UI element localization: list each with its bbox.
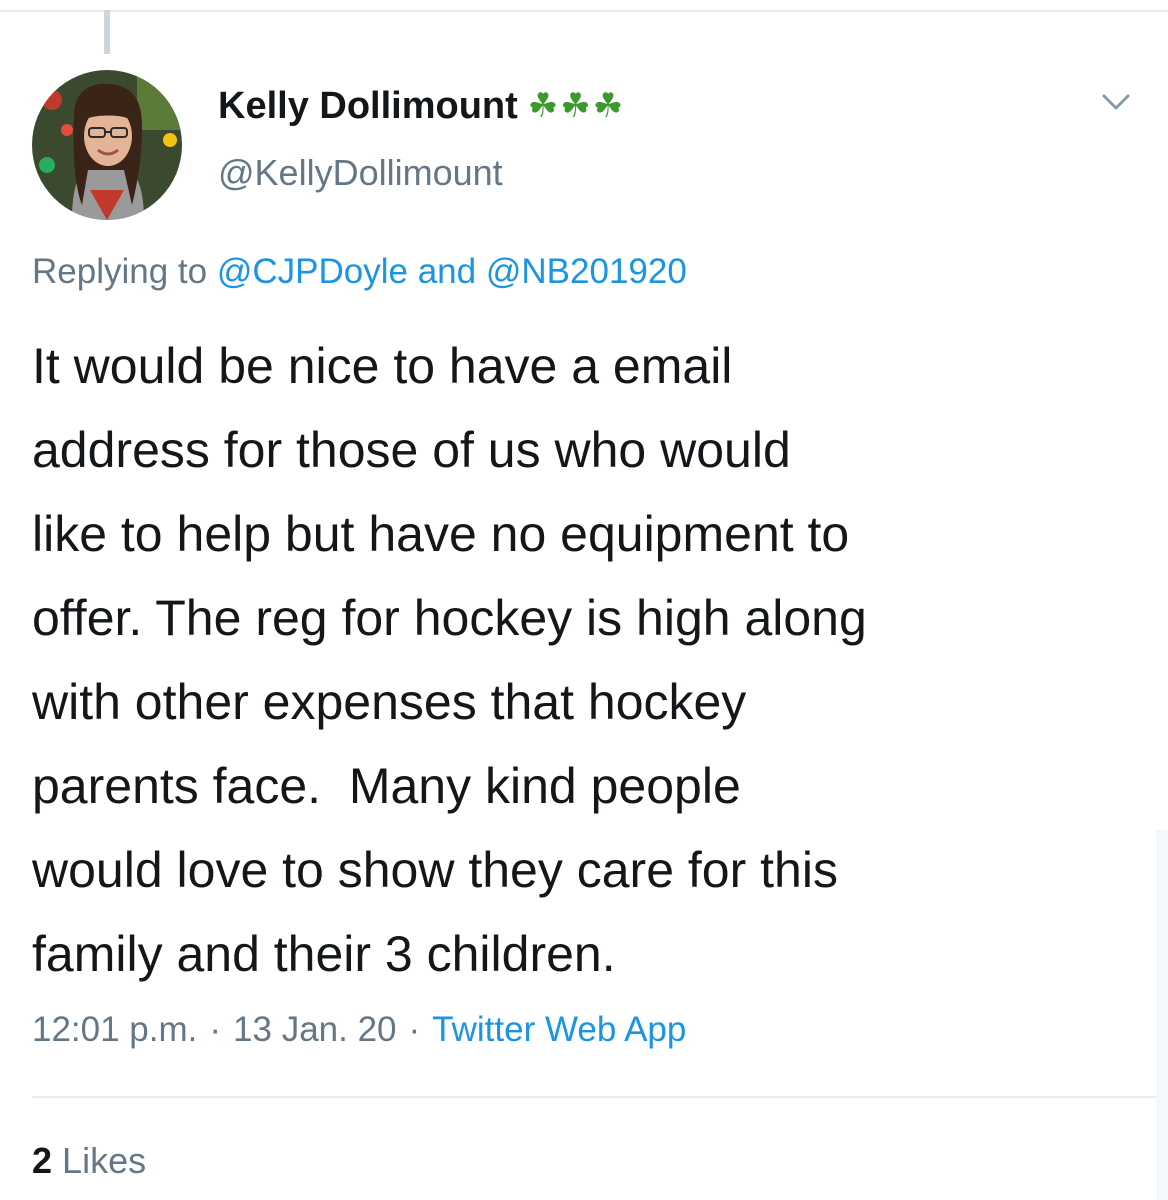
- tweet-source-link[interactable]: Twitter Web App: [432, 1010, 686, 1049]
- tweet-date[interactable]: 13 Jan. 20: [233, 1010, 396, 1049]
- scrollbar-track[interactable]: [1156, 830, 1168, 1200]
- likes-label: Likes: [62, 1140, 147, 1181]
- engagement-divider: [32, 1096, 1168, 1098]
- tweet-time[interactable]: 12:01 p.m.: [32, 1010, 197, 1049]
- author-name-row[interactable]: Kelly Dollimount ☘☘☘: [218, 78, 625, 134]
- thread-connector-line: [104, 10, 110, 54]
- reply-mention-cjpdoyle[interactable]: @CJPDoyle: [217, 252, 408, 291]
- reply-mention-nb201920[interactable]: @NB201920: [486, 252, 687, 291]
- likes-count: 2: [32, 1140, 53, 1181]
- avatar[interactable]: [32, 70, 182, 220]
- chevron-down-icon[interactable]: [1098, 88, 1134, 116]
- author-display-name[interactable]: Kelly Dollimount: [218, 85, 518, 128]
- tweet-meta: 12:01 p.m. · 13 Jan. 20 · Twitter Web App: [32, 1010, 686, 1050]
- replying-to-line: Replying to @CJPDoyle and @NB201920: [32, 252, 687, 292]
- shamrock-emoji: ☘☘☘: [527, 87, 626, 125]
- replying-prefix: Replying to: [32, 252, 208, 291]
- avatar-image: [32, 70, 182, 220]
- meta-separator: ·: [209, 1010, 222, 1049]
- likes-link[interactable]: 2 Likes: [32, 1140, 146, 1182]
- reply-mention-joiner[interactable]: and: [418, 252, 476, 291]
- tweet-text: It would be nice to have a email address…: [32, 338, 867, 982]
- top-divider: [0, 10, 1168, 12]
- meta-separator-2: ·: [408, 1010, 421, 1049]
- author-handle[interactable]: @KellyDollimount: [218, 152, 503, 194]
